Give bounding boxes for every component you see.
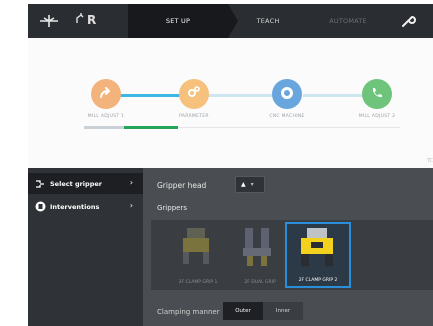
- tab-setup-label: SET UP: [165, 17, 191, 25]
- sidebar-item-select-gripper[interactable]: Select gripper ›: [28, 173, 143, 194]
- clamping-outer-button[interactable]: Outer: [223, 302, 263, 320]
- tab-automate[interactable]: AUTOMATE: [308, 4, 388, 38]
- grippers-label: Grippers: [157, 204, 187, 212]
- robot-arm-icon: [76, 12, 84, 27]
- sidebar-item-interventions[interactable]: Interventions ›: [28, 196, 143, 217]
- gripper-image-icon: [287, 228, 349, 278]
- clamping-manner-label: Clamping manner: [157, 308, 220, 316]
- step-4-label: MILL ADJUST 2: [358, 114, 396, 119]
- gripper-card-1[interactable]: 2F CLAMP GRIP 1: [165, 222, 231, 288]
- gripper-name: 2F DUAL GRIP: [244, 280, 276, 285]
- clamping-inner-button[interactable]: Inner: [263, 302, 303, 320]
- step-4-button[interactable]: [362, 79, 392, 109]
- tab-teach-label: TEACH: [256, 17, 280, 25]
- step-1-button[interactable]: [91, 79, 121, 109]
- step-2-button[interactable]: [179, 79, 209, 109]
- chevron-down-icon: ▾: [250, 181, 254, 188]
- sidebar-item-label: Interventions: [50, 202, 100, 211]
- step-progress-done: [84, 126, 124, 129]
- phone-icon: [370, 85, 384, 104]
- step-3-button[interactable]: [272, 79, 302, 109]
- arrow-icon: [99, 85, 113, 104]
- gripper-head-value: ▲: [241, 181, 246, 188]
- gripper-config-panel: Gripper head ▲ ▾ Grippers 2F CLAMP GRIP …: [143, 168, 433, 326]
- app-root: R SET UP TEACH AUTOMATE MILL ADJUST 1 PA…: [0, 0, 433, 326]
- chevron-right-icon: ›: [129, 178, 133, 187]
- gripper-image-icon: [227, 228, 289, 276]
- intervention-icon: [34, 201, 46, 213]
- sidebar-item-label: Select gripper: [50, 179, 102, 188]
- step-2-label: PARAMETER: [179, 114, 209, 119]
- robot-label: R: [87, 12, 97, 27]
- step-progress-current: [124, 126, 178, 129]
- step-progress-remaining: [178, 127, 400, 128]
- app-window: R SET UP TEACH AUTOMATE MILL ADJUST 1 PA…: [28, 4, 433, 326]
- stepper-edge-text: TC: [426, 158, 433, 164]
- tab-teach[interactable]: TEACH: [228, 4, 308, 38]
- gripper-icon: [34, 178, 46, 190]
- step-3-label: CNC MACHINE: [269, 114, 305, 119]
- gripper-head-select[interactable]: ▲ ▾: [235, 176, 265, 193]
- ring-icon: [280, 85, 294, 104]
- gripper-card-2[interactable]: 2F DUAL GRIP: [227, 222, 293, 288]
- chevron-right-icon: ›: [129, 201, 133, 210]
- process-stepper: MILL ADJUST 1 PARAMETER CNC MACHINE MILL…: [28, 38, 433, 168]
- step-1-label: MILL ADJUST 1: [87, 114, 125, 119]
- sidebar: Select gripper › Interventions ›: [28, 168, 143, 326]
- gripper-list: 2F CLAMP GRIP 1 2F DUAL GRIP 2F CLAMP GR…: [151, 220, 433, 290]
- gripper-name: 2F CLAMP GRIP 2: [298, 278, 338, 283]
- wrench-icon[interactable]: [400, 13, 416, 29]
- robot-selector[interactable]: R: [76, 12, 96, 27]
- top-bar: R SET UP TEACH AUTOMATE: [28, 4, 433, 38]
- gripper-name: 2F CLAMP GRIP 1: [178, 280, 218, 285]
- tab-setup[interactable]: SET UP: [128, 4, 228, 38]
- tab-automate-label: AUTOMATE: [329, 17, 367, 25]
- gripper-head-label: Gripper head: [157, 181, 207, 190]
- robot-logo-icon[interactable]: [38, 12, 60, 30]
- gripper-card-3-selected[interactable]: 2F CLAMP GRIP 2: [285, 222, 351, 288]
- gripper-image-icon: [165, 228, 227, 276]
- gears-icon: [186, 84, 202, 104]
